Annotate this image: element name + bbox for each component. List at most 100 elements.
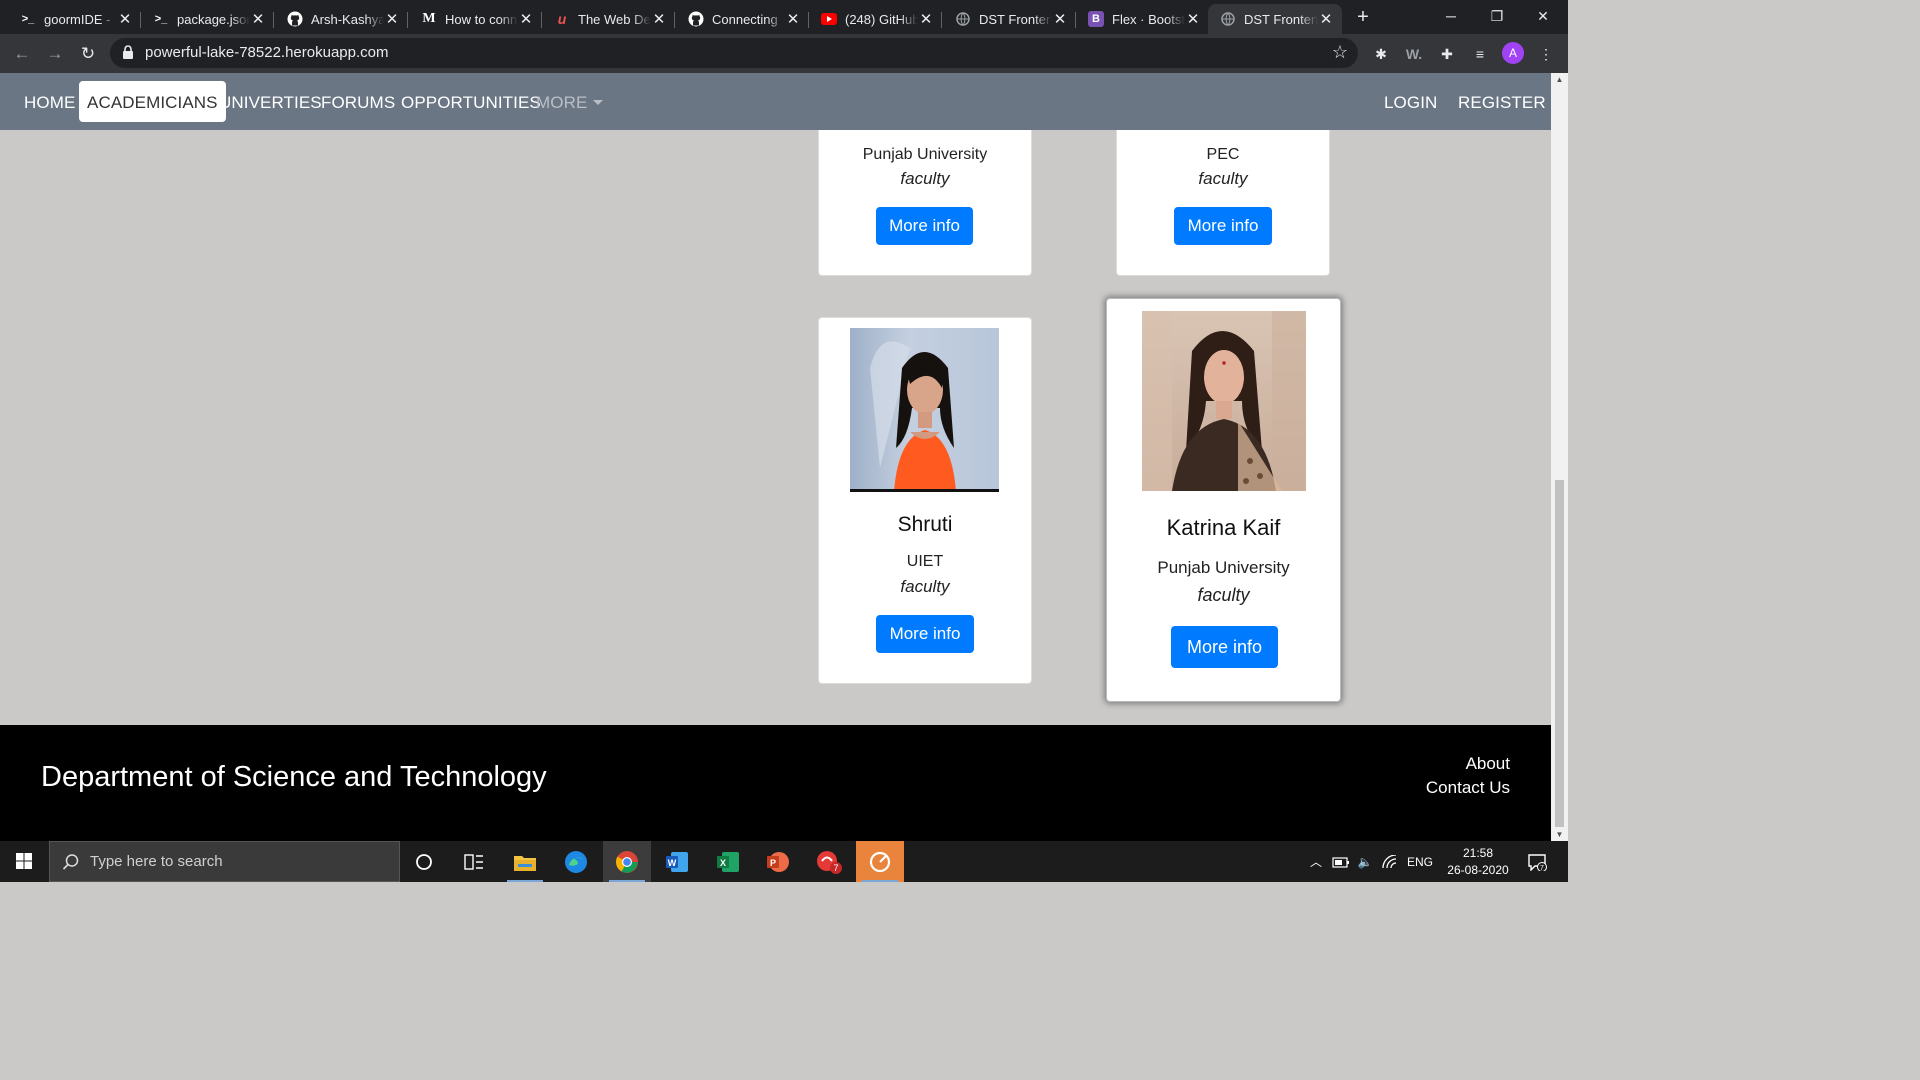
nav-login[interactable]: LOGIN [1384,93,1437,113]
reload-icon[interactable]: ↻ [76,42,100,66]
svg-text:W: W [668,858,677,868]
new-tab-icon[interactable]: + [1352,6,1374,28]
notification-count: 7 [1540,865,1544,871]
more-info-button[interactable]: More info [876,615,974,653]
page-scrollbar[interactable]: ▲ ▼ [1551,73,1568,841]
browser-tab[interactable]: >_ goormIDE - ✕ [8,4,141,34]
messenger-app-icon[interactable]: 7 [805,841,853,882]
word-icon[interactable]: W [653,841,701,882]
tab-title: Connecting [712,11,778,27]
task-view-icon[interactable] [450,841,498,882]
browser-toolbar: ← → ↻ powerful-lake-78522.herokuapp.com … [0,34,1568,73]
close-tab-icon[interactable]: ✕ [518,10,534,28]
card-role: faculty [1197,585,1250,605]
close-tab-icon[interactable]: ✕ [785,10,801,28]
browser-tab[interactable]: DST Fronten ✕ [943,4,1076,34]
tab-title: (248) GitHub [845,11,918,27]
browser-tab[interactable]: B Flex · Bootst ✕ [1076,4,1209,34]
more-info-button[interactable]: More info [1171,626,1278,668]
powerpoint-icon[interactable]: P [754,841,802,882]
browser-tab[interactable]: M How to conn ✕ [409,4,542,34]
close-tab-icon[interactable]: ✕ [918,10,934,28]
site-navbar: HOME ACADEMICIANS UNIVERTIES FORUMS OPPO… [0,73,1551,130]
search-placeholder: Type here to search [90,853,223,870]
card-role: faculty [1198,169,1248,188]
nav-more-dropdown[interactable]: MORE [536,93,604,113]
app-badge-count: 7 [833,863,838,873]
edge-icon[interactable] [552,841,600,882]
battery-icon[interactable] [1330,841,1352,882]
browser-tab[interactable]: >_ package.json ✕ [141,4,274,34]
card-name: Katrina Kaif [1166,515,1281,540]
url-text: powerful-lake-78522.herokuapp.com [145,44,389,61]
language-indicator[interactable]: ENG [1404,841,1436,882]
nav-academicians[interactable]: ACADEMICIANS [79,81,226,122]
scroll-up-icon[interactable]: ▲ [1551,75,1568,84]
tab-title: The Web De [578,11,651,27]
chrome-icon[interactable] [603,841,651,882]
nav-register[interactable]: REGISTER [1458,93,1546,113]
close-tab-icon[interactable]: ✕ [1052,10,1068,28]
scrollbar-thumb[interactable] [1555,480,1564,827]
close-tab-icon[interactable]: ✕ [1318,10,1334,28]
windows-taskbar: Type here to search W X P 7 ︿ 🔈 ENG 21:5… [0,841,1568,882]
windows-start-icon[interactable] [0,841,48,882]
svg-text:P: P [770,858,776,868]
more-info-button[interactable]: More info [1174,207,1272,245]
taskbar-search[interactable]: Type here to search [49,841,400,882]
show-hidden-icons[interactable]: ︿ [1306,841,1326,882]
back-icon[interactable]: ← [10,42,34,66]
academician-card: Shruti UIET faculty More info [818,317,1032,684]
globe-icon [955,11,971,27]
browser-tab[interactable]: Connecting ✕ [676,4,809,34]
github-icon [287,11,303,27]
github-icon [688,11,704,27]
academician-photo [850,328,999,492]
cortana-icon[interactable] [400,841,448,882]
browser-tab[interactable]: u The Web De ✕ [542,4,675,34]
excel-icon[interactable]: X [704,841,752,882]
close-tab-icon[interactable]: ✕ [384,10,400,28]
udemy-icon: u [557,11,567,27]
extension-w-icon[interactable]: W. [1403,43,1425,65]
extension-puzzle-icon[interactable]: ✱ [1370,43,1392,65]
lock-icon [123,45,133,59]
close-window-icon[interactable]: ✕ [1520,0,1566,34]
close-tab-icon[interactable]: ✕ [651,10,667,28]
restore-icon[interactable]: ❐ [1474,0,1520,34]
browser-tab[interactable]: (248) GitHub ✕ [809,4,942,34]
site-footer: Department of Science and Technology Abo… [0,725,1551,841]
nav-opportunities[interactable]: OPPORTUNITIES [401,93,541,113]
close-tab-icon[interactable]: ✕ [1185,10,1201,28]
wifi-icon[interactable] [1379,841,1401,882]
footer-link-contact[interactable]: Contact Us [1426,778,1510,798]
active-app-icon[interactable] [856,841,904,882]
nav-forums[interactable]: FORUMS [321,93,395,113]
tab-title: Flex · Bootst [1112,11,1185,27]
browser-tab[interactable]: Arsh-Kashyap ✕ [275,4,408,34]
browser-tab-active[interactable]: DST Fronten ✕ [1208,4,1342,34]
academician-photo [1142,311,1306,491]
bookmark-star-icon[interactable]: ☆ [1332,42,1348,63]
footer-link-about[interactable]: About [1466,754,1510,774]
menu-kebab-icon[interactable]: ⋮ [1535,43,1557,65]
card-university: Punjab University [1157,558,1290,577]
file-explorer-icon[interactable] [501,841,549,882]
nav-home[interactable]: HOME [24,93,75,113]
address-bar[interactable]: powerful-lake-78522.herokuapp.com ☆ [110,38,1358,68]
minimize-icon[interactable]: ─ [1428,0,1474,34]
card-university: PEC [1206,146,1240,163]
scroll-down-icon[interactable]: ▼ [1551,830,1568,839]
extensions-icon[interactable]: ✚ [1436,43,1458,65]
clock[interactable]: 21:58 26-08-2020 [1440,841,1516,882]
nav-universities[interactable]: UNIVERTIES [219,93,322,113]
notification-center-icon[interactable]: 7 [1520,841,1554,882]
volume-icon[interactable]: 🔈 [1354,841,1376,882]
close-tab-icon[interactable]: ✕ [117,10,133,28]
forward-icon[interactable]: → [43,42,67,66]
more-info-button[interactable]: More info [876,207,973,245]
media-queue-icon[interactable]: ≡ [1469,43,1491,65]
close-tab-icon[interactable]: ✕ [250,10,266,28]
bootstrap-icon: B [1088,11,1104,27]
profile-avatar[interactable]: A [1502,42,1524,64]
